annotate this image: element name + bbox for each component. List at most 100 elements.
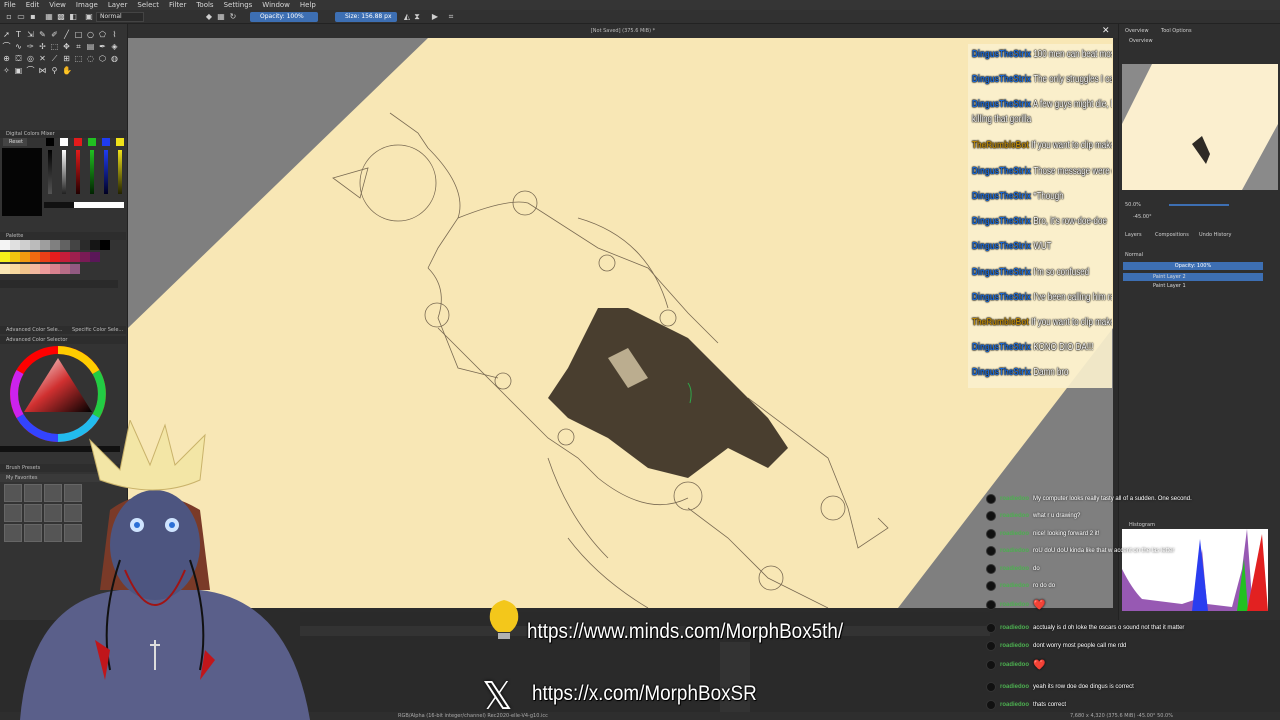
layer-blend-mode[interactable]: Normal <box>1125 252 1143 258</box>
polyline-tool-icon[interactable]: ⌇ <box>110 30 119 39</box>
multibrush-icon[interactable]: ✢ <box>38 42 47 51</box>
measure-tool-icon[interactable]: ⟋ <box>50 54 59 63</box>
tab-specific-color-selector[interactable]: Specific Color Sele... <box>72 327 123 333</box>
similar-select-icon[interactable]: ▣ <box>14 66 23 75</box>
eraser-mode-icon[interactable]: ◆ <box>204 12 214 22</box>
reload-preset-icon[interactable]: ↻ <box>228 12 238 22</box>
transform-tool-icon[interactable]: ⬚ <box>50 42 59 51</box>
pattern-icon[interactable]: ▩ <box>56 12 66 22</box>
mixer-color-bars[interactable] <box>44 138 124 216</box>
calligraphy-icon[interactable]: ✎ <box>38 30 47 39</box>
polygon-tool-icon[interactable]: ⬠ <box>98 30 107 39</box>
text-tool-icon[interactable]: T <box>14 30 23 39</box>
layer-opacity-slider[interactable]: Opacity: 100% <box>1123 262 1263 270</box>
menu-settings[interactable]: Settings <box>224 0 253 10</box>
save-icon[interactable]: ▪ <box>28 12 38 22</box>
menu-layer[interactable]: Layer <box>108 0 128 10</box>
colorize-mask-icon[interactable]: ◈ <box>110 42 119 51</box>
ellipse-tool-icon[interactable]: ○ <box>86 30 95 39</box>
color-sampler-icon[interactable]: ✒ <box>98 42 107 51</box>
menu-filter[interactable]: Filter <box>169 0 186 10</box>
tab-layers[interactable]: Layers <box>1125 232 1142 238</box>
freehand-path-icon[interactable]: ∿ <box>14 42 23 51</box>
close-icon[interactable]: ✕ <box>1102 26 1112 36</box>
size-slider[interactable]: Size: 156.88 px <box>335 12 397 22</box>
document-info: 7,680 x 4,320 (375.6 MiB) -45.00° 50.0% <box>1070 713 1173 719</box>
rectangle-tool-icon[interactable]: □ <box>74 30 83 39</box>
bezier-select-icon[interactable]: ⌒ <box>26 66 35 75</box>
tab-undo-history[interactable]: Undo History <box>1199 232 1231 238</box>
assistant-tool-icon[interactable]: ✕ <box>38 54 47 63</box>
menu-window[interactable]: Window <box>262 0 290 10</box>
chat-username: roadiedoo <box>1000 548 1030 554</box>
mirror-vertical-icon[interactable]: ⧗ <box>412 12 422 22</box>
menu-select[interactable]: Select <box>137 0 159 10</box>
vtuber-avatar <box>20 420 310 720</box>
open-document-icon[interactable]: ▭ <box>16 12 26 22</box>
smart-patch-icon[interactable]: ⊕ <box>2 54 11 63</box>
preserve-alpha-icon[interactable]: ▦ <box>216 12 226 22</box>
brush-preset-icon[interactable]: ◧ <box>68 12 78 22</box>
chat-message: DingusTheStrix Damn bro <box>972 367 1112 378</box>
tab-compositions[interactable]: Compositions <box>1155 232 1189 238</box>
enclose-fill-icon[interactable]: ◎ <box>26 54 35 63</box>
tab-tool-options[interactable]: Tool Options <box>1161 28 1192 34</box>
move-tool-icon[interactable]: ✥ <box>62 42 71 51</box>
reset-button[interactable]: Reset <box>3 138 27 146</box>
document-tab[interactable]: [Not Saved] (375.6 MiB) * <box>128 24 1118 38</box>
rotation-value[interactable]: -45.00° <box>1133 214 1152 220</box>
crop-tool-icon[interactable]: ⌗ <box>74 42 83 51</box>
layer-row[interactable]: Paint Layer 1 <box>1123 282 1263 290</box>
color-palette[interactable] <box>0 240 124 290</box>
menu-image[interactable]: Image <box>76 0 98 10</box>
tab-overview[interactable]: Overview <box>1125 28 1149 34</box>
x-link[interactable]: https://x.com/MorphBoxSR <box>532 682 757 706</box>
layer-row[interactable]: Paint Layer 2 <box>1123 273 1263 281</box>
chat-username: DingusTheStrix <box>972 292 1032 303</box>
pan-tool-icon[interactable]: ✋ <box>62 66 72 75</box>
color-mixer-canvas[interactable] <box>2 148 42 216</box>
bezier-tool-icon[interactable]: ⌒ <box>2 42 11 51</box>
fill-tool-icon[interactable]: ⛋ <box>14 54 23 63</box>
blend-mode-select[interactable]: Normal <box>96 12 144 22</box>
chat-text: do <box>1033 566 1040 572</box>
zoom-tool-icon[interactable]: ⚲ <box>50 66 59 75</box>
chat-username: roadiedoo <box>1000 684 1030 690</box>
menu-tools[interactable]: Tools <box>196 0 213 10</box>
tab-advanced-color-selector[interactable]: Advanced Color Sele... <box>6 327 62 333</box>
minds-link[interactable]: https://www.minds.com/MorphBox5th/ <box>527 620 843 644</box>
ellipse-select-icon[interactable]: ◌ <box>86 54 95 63</box>
contiguous-select-icon[interactable]: ✧ <box>2 66 11 75</box>
select-shapes-icon[interactable]: ➚ <box>2 30 11 39</box>
chat-text: Damn bro <box>1033 367 1069 378</box>
brush-tool-icon[interactable]: ✐ <box>50 30 59 39</box>
chat-text: KONO DIO DA!!! <box>1033 342 1094 353</box>
gradient-icon[interactable]: ▦ <box>44 12 54 22</box>
brush-settings-icon[interactable]: ▣ <box>84 12 94 22</box>
rect-select-icon[interactable]: ⬚ <box>74 54 83 63</box>
menu-edit[interactable]: Edit <box>26 0 40 10</box>
mirror-horizontal-icon[interactable]: ◭ <box>402 12 412 22</box>
play-icon[interactable]: ▶ <box>430 12 440 22</box>
magnetic-select-icon[interactable]: ⋈ <box>38 66 47 75</box>
zoom-value[interactable]: 50.0% <box>1125 202 1141 208</box>
user-avatar-icon <box>986 546 996 556</box>
opacity-slider[interactable]: Opacity: 100% <box>250 12 318 22</box>
gradient-tool-icon[interactable]: ▤ <box>86 42 95 51</box>
chat-username: DingusTheStrix <box>972 367 1032 378</box>
polygon-select-icon[interactable]: ⬡ <box>98 54 107 63</box>
overview-thumbnail[interactable] <box>1122 64 1278 190</box>
edit-shapes-icon[interactable]: ⇲ <box>26 30 35 39</box>
freehand-select-icon[interactable]: ◍ <box>110 54 119 63</box>
reference-tool-icon[interactable]: ⊞ <box>62 54 71 63</box>
menu-file[interactable]: File <box>4 0 16 10</box>
wrap-around-icon[interactable]: ⌗ <box>446 12 456 22</box>
zoom-slider[interactable] <box>1169 204 1229 206</box>
new-document-icon[interactable]: ▫ <box>4 12 14 22</box>
menu-view[interactable]: View <box>49 0 66 10</box>
chat-message: killing that gorilla <box>972 114 1112 125</box>
menu-help[interactable]: Help <box>300 0 316 10</box>
dynamic-brush-icon[interactable]: ✑ <box>26 42 35 51</box>
line-tool-icon[interactable]: ╱ <box>62 30 71 39</box>
chat-username: roadiedoo <box>1000 702 1030 708</box>
